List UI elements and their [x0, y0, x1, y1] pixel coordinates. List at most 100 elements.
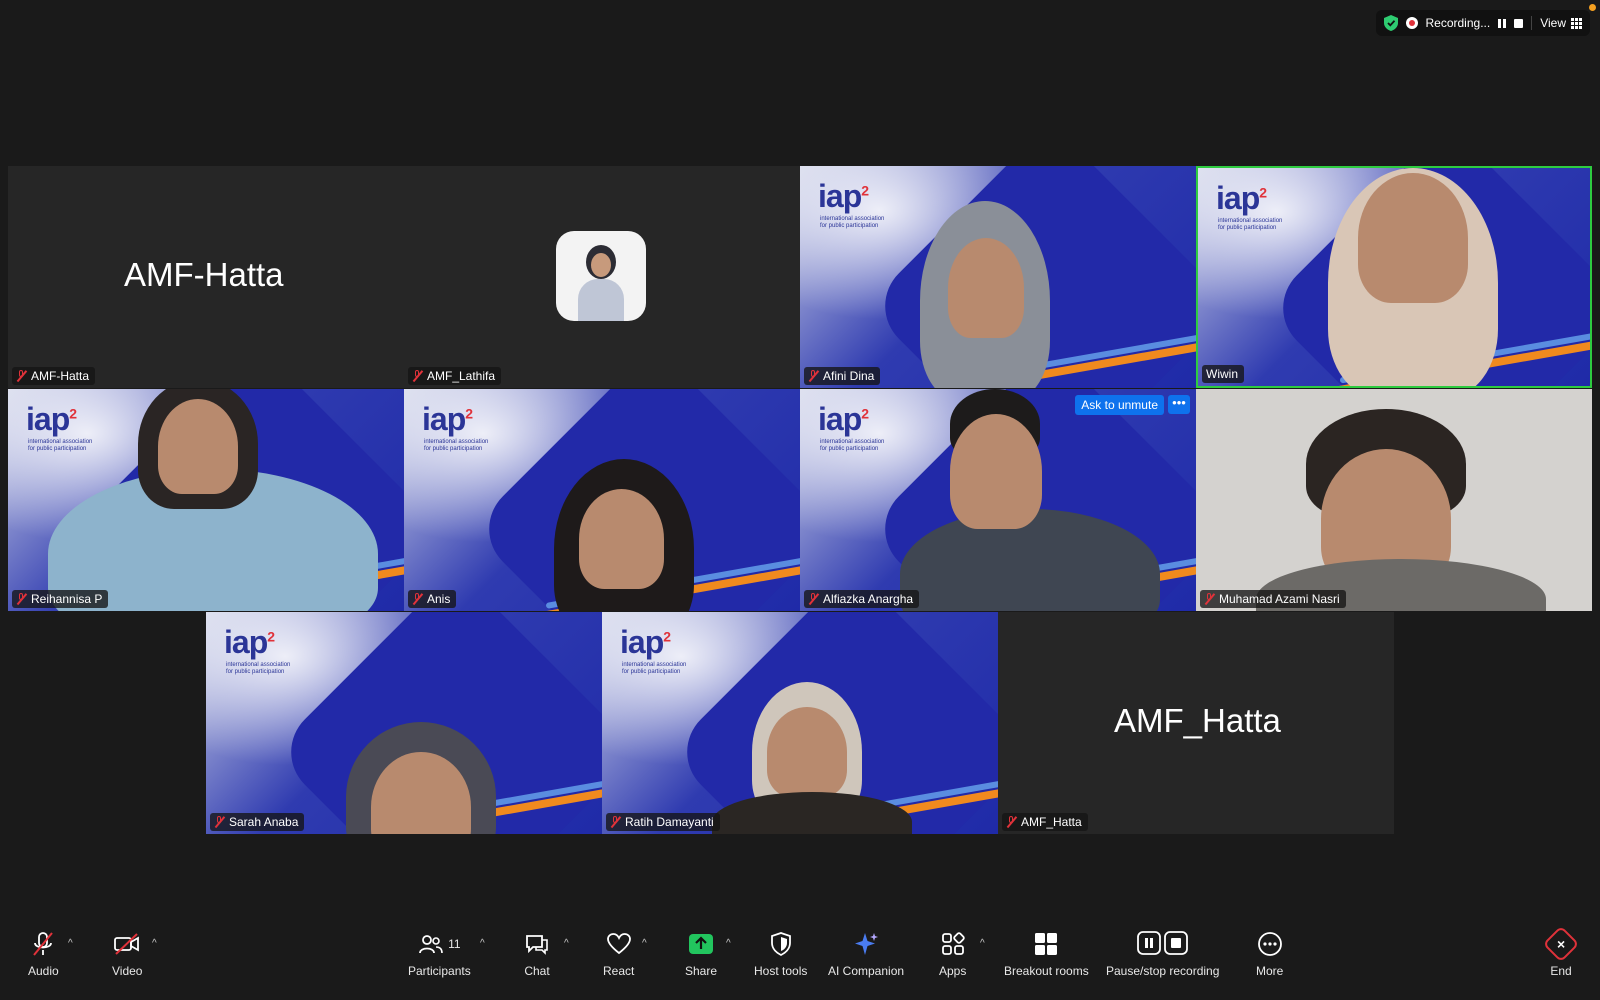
participant-name: AMF_Lathifa [427, 369, 496, 383]
muted-mic-icon [808, 593, 819, 605]
iap2-logo: iap2 [224, 624, 275, 660]
video-tile-reihannisa-p[interactable]: iap2 international association for publi… [8, 389, 404, 611]
meeting-status-bar: Recording... View [1375, 10, 1590, 36]
logo-subtitle: international association for public par… [226, 662, 291, 675]
participant-display-name: AMF_Hatta [1114, 702, 1281, 739]
video-tile-ratih-damayanti[interactable]: iap2 international association for publi… [602, 612, 998, 834]
participant-name-label: AMF-Hatta [12, 367, 96, 385]
view-button[interactable]: View [1540, 16, 1582, 30]
end-meeting-button[interactable]: × End [1542, 925, 1580, 978]
video-tile-amf-lathifa[interactable]: AMF_Lathifa [404, 166, 800, 388]
muted-mic-icon [808, 370, 819, 382]
participant-name-label: AMF_Hatta [1002, 813, 1088, 831]
chat-icon [526, 935, 548, 955]
more-button[interactable]: More [1256, 930, 1283, 978]
logo-subtitle: international association for public par… [820, 439, 885, 452]
avatar [556, 231, 646, 321]
ai-companion-label: AI Companion [828, 964, 905, 978]
recording-icon [1405, 17, 1418, 29]
breakout-rooms-icon [1035, 933, 1058, 955]
apps-options-caret[interactable]: ^ [980, 938, 985, 949]
logo-subtitle: international association for public par… [1218, 218, 1283, 231]
more-label: More [1256, 964, 1284, 978]
logo-subtitle: international association for public par… [622, 662, 687, 675]
status-dot [1589, 4, 1596, 11]
participants-label: Participants [408, 964, 471, 978]
participant-name: Reihannisa P [31, 592, 103, 606]
view-label: View [1540, 16, 1566, 30]
end-label: End [1550, 964, 1572, 978]
ai-companion-button[interactable]: AI Companion [828, 930, 904, 978]
participant-name: Ratih Damayanti [625, 815, 714, 829]
audio-button[interactable]: Audio [28, 930, 59, 978]
participant-name-label: Alfiazka Anargha [804, 590, 920, 608]
participants-button[interactable]: 11 Participants [408, 930, 471, 978]
video-tile-amf-hatta[interactable]: AMF-Hatta AMF-Hatta [8, 166, 404, 388]
shield-check-icon[interactable] [1383, 15, 1398, 31]
muted-mic-icon [16, 593, 27, 605]
react-options-caret[interactable]: ^ [642, 938, 647, 949]
participant-name-label: Reihannisa P [12, 590, 109, 608]
muted-microphone-icon [33, 932, 54, 956]
muted-mic-icon [16, 370, 27, 382]
video-tile-muhamad-azami-nasri[interactable]: Muhamad Azami Nasri [1196, 389, 1592, 611]
video-off-icon [114, 933, 140, 955]
logo-subtitle: international association for public par… [424, 439, 489, 452]
recording-label: Recording... [1425, 16, 1491, 30]
stop-recording-icon[interactable] [1514, 18, 1524, 28]
participant-name: Muhamad Azami Nasri [1219, 592, 1340, 606]
participant-name-label: Afini Dina [804, 367, 881, 385]
participant-name: Alfiazka Anargha [823, 592, 914, 606]
muted-mic-icon [412, 593, 423, 605]
participant-name: Wiwin [1206, 367, 1238, 381]
participant-name: Sarah Anaba [229, 815, 299, 829]
participants-icon [419, 935, 443, 954]
react-label: React [603, 964, 635, 978]
chat-button[interactable]: Chat [524, 930, 550, 978]
iap2-logo: iap2 [818, 401, 869, 437]
participants-count: 11 [448, 937, 461, 951]
participants-options-caret[interactable]: ^ [480, 938, 485, 949]
tile-more-options-button[interactable]: ••• [1168, 395, 1190, 414]
react-button[interactable]: React [603, 930, 634, 978]
chat-options-caret[interactable]: ^ [564, 938, 569, 949]
audio-label: Audio [28, 964, 59, 978]
ask-to-unmute-button[interactable]: Ask to unmute [1075, 395, 1164, 415]
share-options-caret[interactable]: ^ [726, 938, 731, 949]
divider [1531, 16, 1533, 30]
breakout-rooms-label: Breakout rooms [1004, 964, 1089, 978]
ai-sparkle-icon [855, 933, 879, 955]
participant-name: Anis [427, 592, 451, 606]
video-tile-amf-hatta-2[interactable]: AMF_Hatta AMF_Hatta [998, 612, 1394, 834]
share-button[interactable]: Share [685, 930, 717, 978]
video-button[interactable]: Video [112, 930, 142, 978]
video-tile-afini-dina[interactable]: iap2 international association for publi… [800, 166, 1196, 388]
grid-view-icon [1571, 17, 1582, 29]
video-tile-anis[interactable]: iap2 international association for publi… [404, 389, 800, 611]
host-tools-shield-icon [770, 932, 791, 956]
participant-name-label: Anis [408, 590, 457, 608]
participant-name-label: Ratih Damayanti [606, 813, 720, 831]
participant-name-label: Sarah Anaba [210, 813, 305, 831]
participant-name-label: AMF_Lathifa [408, 367, 502, 385]
share-screen-icon [689, 934, 714, 954]
video-tile-alfiazka-anargha[interactable]: iap2 international association for publi… [800, 389, 1196, 611]
video-tile-sarah-anaba[interactable]: iap2 international association for publi… [206, 612, 602, 834]
muted-mic-icon [214, 816, 225, 828]
video-label: Video [112, 964, 143, 978]
more-options-icon [1257, 932, 1282, 956]
video-options-caret[interactable]: ^ [152, 938, 157, 949]
logo-subtitle: international association for public par… [28, 439, 93, 452]
muted-mic-icon [412, 370, 423, 382]
pause-recording-icon[interactable] [1498, 18, 1507, 28]
pause-stop-recording-button[interactable]: Pause/stop recording [1106, 930, 1219, 978]
apps-button[interactable]: Apps [939, 930, 966, 978]
audio-options-caret[interactable]: ^ [68, 938, 73, 949]
pause-stop-recording-label: Pause/stop recording [1106, 964, 1220, 978]
host-tools-button[interactable]: Host tools [754, 930, 807, 978]
share-label: Share [685, 964, 718, 978]
breakout-rooms-button[interactable]: Breakout rooms [1004, 930, 1089, 978]
apps-label: Apps [939, 964, 967, 978]
pause-stop-recording-icon [1136, 931, 1188, 955]
video-tile-wiwin[interactable]: iap2 international association for publi… [1196, 166, 1592, 388]
